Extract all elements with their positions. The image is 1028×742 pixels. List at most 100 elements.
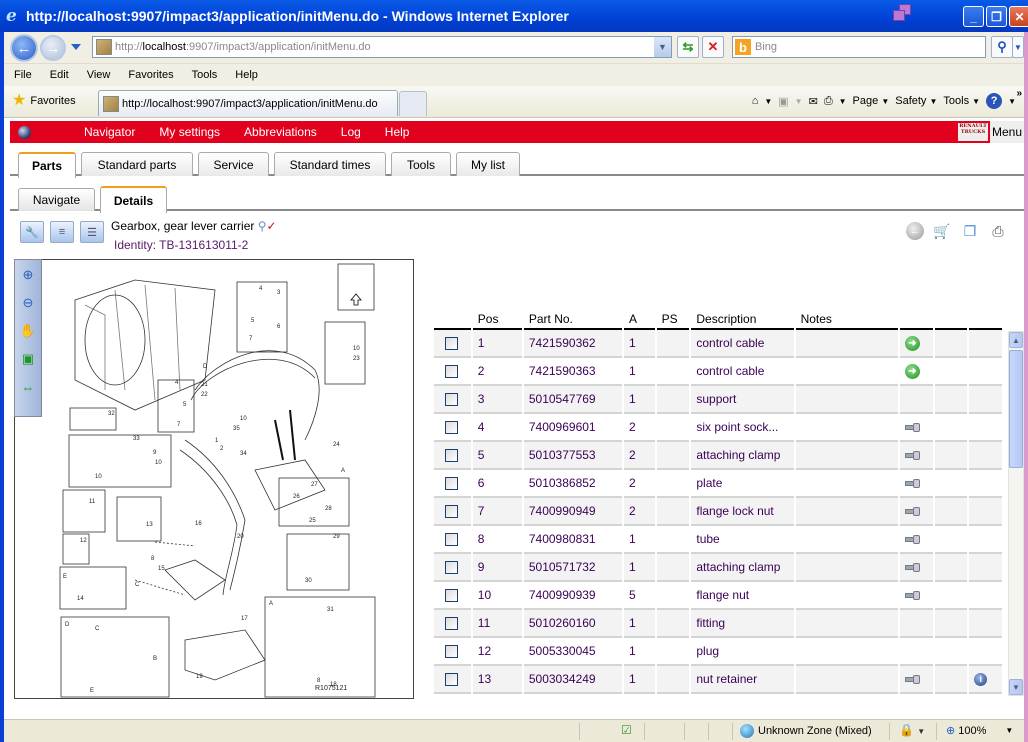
address-dropdown-icon[interactable]: ▼ [654,37,671,57]
list-view-icon[interactable]: ☰ [80,221,104,243]
new-tab-button[interactable] [399,91,427,116]
go-arrow-icon[interactable]: ➜ [904,363,920,379]
fit-to-width-icon[interactable]: ⇔ [19,378,37,396]
address-input[interactable]: http://localhost:9907/impact3/applicatio… [92,36,672,58]
home-icon[interactable]: ⌂ [752,95,759,107]
nav-navigator[interactable]: Navigator [84,125,135,139]
table-row[interactable]: 12 5005330045 1 plug [434,638,1002,666]
safety-menu[interactable]: Safety ▼ [895,95,937,107]
row-checkbox[interactable] [445,672,458,686]
scroll-thumb[interactable] [1009,350,1023,468]
row-checkbox[interactable] [445,588,458,602]
restore-button[interactable]: ❐ [986,6,1007,27]
search-button[interactable]: ⚲ [991,36,1013,58]
menu-favorites[interactable]: Favorites [128,69,173,81]
row-checkbox[interactable] [445,560,458,574]
fit-to-window-icon[interactable]: ▣ [19,350,37,368]
col-notes[interactable]: Notes [795,303,898,330]
nav-help[interactable]: Help [385,125,410,139]
exploded-view-drawing[interactable]: 43567 10 23 21 22 4 5 7 10 32 33 9 10 10 35 1 2 34 24… [14,259,414,699]
table-row[interactable]: 10 7400990939 5 flange nut [434,582,1002,610]
tab-details[interactable]: Details [100,186,167,213]
history-dropdown-icon[interactable] [71,44,81,50]
search-options-icon[interactable]: ▼ [1012,36,1024,58]
col-description[interactable]: Description [691,303,794,330]
col-part-no[interactable]: Part No. [523,303,622,330]
bolt-icon[interactable] [904,450,921,460]
row-checkbox[interactable] [445,532,458,546]
row-checkbox[interactable] [445,420,458,434]
shopping-cart-icon[interactable]: 🛒 [932,221,952,241]
nav-my-settings[interactable]: My settings [159,125,220,139]
page-menu[interactable]: Page ▼ [853,95,890,107]
bolt-icon[interactable] [904,506,921,516]
info-icon[interactable]: i [974,672,988,686]
row-checkbox[interactable] [445,616,458,630]
close-button[interactable]: ✕ [1009,6,1028,27]
pan-hand-icon[interactable]: ✋ [19,322,37,340]
minimize-button[interactable]: _ [963,6,984,27]
menu-file[interactable]: File [14,69,32,81]
printer-icon[interactable]: ⎙ [988,221,1008,241]
tab-service[interactable]: Service [198,152,269,176]
go-arrow-icon[interactable]: ➜ [904,335,920,351]
zoom-out-icon[interactable]: ⊖ [19,294,37,312]
wrench-list-view-icon[interactable]: ≡ [50,221,74,243]
zoom-level[interactable]: ⊕ 100% ▼ [946,724,1013,738]
protected-mode-icon[interactable]: 🔒 ▼ [899,723,925,737]
row-checkbox[interactable] [445,448,458,462]
bolt-icon[interactable] [904,562,921,572]
search-check-icon[interactable]: ⚲ [258,219,267,233]
tab-navigate[interactable]: Navigate [18,188,95,211]
menu-tools[interactable]: Tools [192,69,218,81]
favorites-button[interactable]: ★ Favorites [12,93,76,109]
menu-button[interactable]: Menu [990,121,1024,143]
table-row[interactable]: 1 7421590362 1 control cable ➜ [434,330,1002,358]
row-checkbox[interactable] [445,336,458,350]
help-icon[interactable]: ? [986,93,1003,109]
table-scrollbar[interactable]: ▲ ▼ [1008,331,1024,696]
refresh-button[interactable]: ⇆ [677,36,699,58]
forward-button[interactable]: → [40,35,66,61]
feeds-icon[interactable]: ▣ [778,95,788,108]
menu-help[interactable]: Help [235,69,258,81]
tab-my-list[interactable]: My list [456,152,520,176]
col-ps[interactable]: PS [656,303,690,330]
row-checkbox[interactable] [445,392,458,406]
table-row[interactable]: 11 5010260160 1 fitting [434,610,1002,638]
table-row[interactable]: 5 5010377553 2 attaching clamp [434,442,1002,470]
back-button[interactable]: ← [10,34,38,62]
table-row[interactable]: 6 5010386852 2 plate [434,470,1002,498]
table-row[interactable]: 2 7421590363 1 control cable ➜ [434,358,1002,386]
more-chevron-icon[interactable]: » [1016,88,1022,99]
wrench-view-icon[interactable]: 🔧 [20,221,44,243]
col-pos[interactable]: Pos [472,303,522,330]
scroll-up-button[interactable]: ▲ [1009,332,1023,348]
table-row[interactable]: 9 5010571732 1 attaching clamp [434,554,1002,582]
table-row[interactable]: 7 7400990949 2 flange lock nut [434,498,1002,526]
bolt-icon[interactable] [904,478,921,488]
scroll-down-button[interactable]: ▼ [1009,679,1023,695]
row-checkbox[interactable] [445,504,458,518]
zoom-in-icon[interactable]: ⊕ [19,266,37,284]
stop-button[interactable]: ✕ [702,36,724,58]
tab-tools[interactable]: Tools [391,152,451,176]
tab-standard-times[interactable]: Standard times [274,152,386,176]
popup-blocker-icon[interactable]: ☑ [621,723,632,737]
table-row[interactable]: 8 7400980831 1 tube [434,526,1002,554]
tab-standard-parts[interactable]: Standard parts [81,152,193,176]
bolt-icon[interactable] [904,534,921,544]
tab-parts[interactable]: Parts [18,152,76,178]
row-checkbox[interactable] [445,644,458,658]
row-checkbox[interactable] [445,476,458,490]
bolt-icon[interactable] [904,422,921,432]
nav-abbreviations[interactable]: Abbreviations [244,125,317,139]
mail-icon[interactable]: ✉ [809,95,818,108]
bolt-icon[interactable] [904,674,921,684]
copy-icon[interactable]: ❐ [960,221,980,241]
print-icon[interactable]: ⎙ [824,95,833,108]
nav-log[interactable]: Log [341,125,361,139]
security-zone[interactable]: Unknown Zone (Mixed) [740,724,872,738]
menu-edit[interactable]: Edit [50,69,69,81]
table-row[interactable]: 3 5010547769 1 support [434,386,1002,414]
